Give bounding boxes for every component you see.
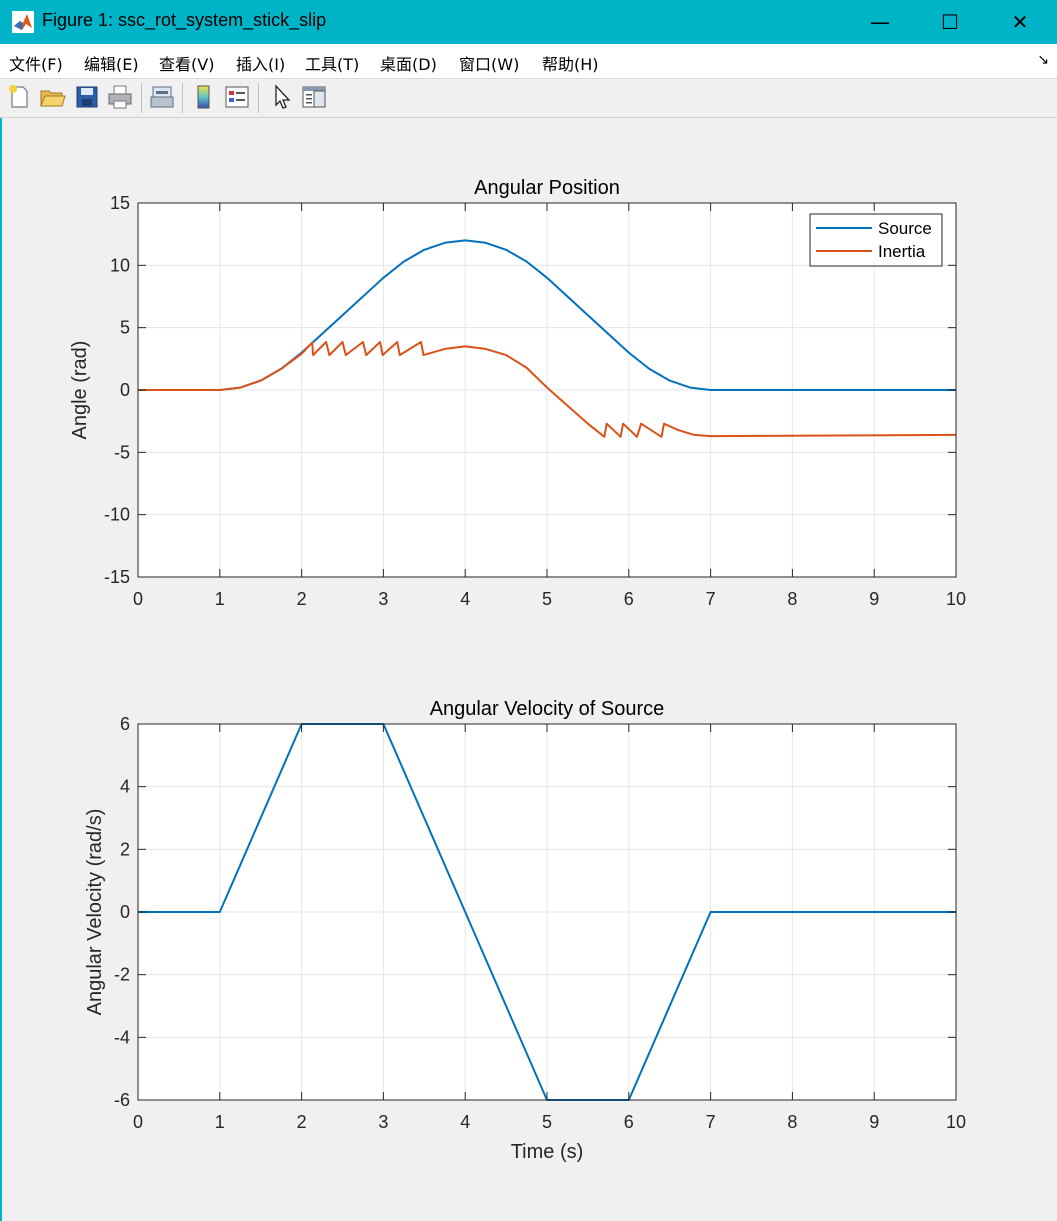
chart2-x-tick-label: 9: [869, 1112, 879, 1132]
chart1-x-tick-label: 10: [946, 589, 966, 609]
chart2-x-tick-label: 10: [946, 1112, 966, 1132]
chart2-x-tick-label: 7: [706, 1112, 716, 1132]
figure-canvas: 0 1 2 3 4 5 6 7 8 9 10 15 10 5 0 -5 -10 -15 Angular Positi…: [2, 118, 1057, 1221]
chart1-x-tick-label: 9: [869, 589, 879, 609]
chart1-x-tick-label: 8: [787, 589, 797, 609]
chart1-y-tick-label: -5: [114, 442, 130, 462]
chart1-x-tick-label: 5: [542, 589, 552, 609]
menu-bar: 文件(F) 编辑(E) 查看(V) 插入(I) 工具(T) 桌面(D) 窗口(W…: [0, 44, 1057, 79]
menu-edit[interactable]: 编辑(E): [84, 51, 139, 75]
matlab-logo-icon: [12, 11, 34, 33]
chart2-x-tick-label: 4: [460, 1112, 470, 1132]
close-button[interactable]: ✕: [985, 0, 1055, 44]
chart1-y-tick-label: -15: [104, 567, 130, 587]
minimize-icon: —: [870, 10, 890, 34]
chart2-x-tick-label: 1: [215, 1112, 225, 1132]
chart1-y-tick-label: -10: [104, 505, 130, 525]
chart2-x-tick-label: 2: [297, 1112, 307, 1132]
toolbar-separator: [258, 83, 259, 113]
chart2-y-tick-label: -6: [114, 1090, 130, 1110]
chart2-y-tick-label: -2: [114, 965, 130, 985]
toolbar-separator: [141, 83, 142, 113]
chart1-x-tick-label: 3: [378, 589, 388, 609]
chart1-x-tick-label: 4: [460, 589, 470, 609]
chart1-y-tick-label: 15: [110, 193, 130, 213]
window-title: Figure 1: ssc_rot_system_stick_slip: [42, 10, 327, 30]
legend-inertia-label: Inertia: [878, 242, 926, 261]
chart2-y-tick-label: 0: [120, 902, 130, 922]
toolbar-separator: [182, 83, 183, 113]
pointer-icon[interactable]: [268, 83, 296, 111]
chart2-y-tick-label: 4: [120, 777, 130, 797]
window-titlebar: Figure 1: ssc_rot_system_stick_slip — ☐ …: [0, 0, 1057, 44]
chart2-x-tick-label: 0: [133, 1112, 143, 1132]
chart2-x-tick-label: 8: [787, 1112, 797, 1132]
close-icon: ✕: [1011, 10, 1029, 34]
chart1-x-tick-label: 1: [215, 589, 225, 609]
save-icon[interactable]: [73, 83, 101, 111]
menu-view[interactable]: 查看(V): [159, 51, 214, 75]
menu-tools[interactable]: 工具(T): [305, 51, 359, 75]
maximize-button[interactable]: ☐: [915, 0, 985, 44]
menu-desktop[interactable]: 桌面(D): [380, 51, 437, 75]
chart2-y-tick-label: -4: [114, 1027, 130, 1047]
menu-window[interactable]: 窗口(W): [459, 51, 519, 75]
chart1-y-axis-label: Angle (rad): [69, 341, 91, 440]
new-figure-icon[interactable]: [5, 83, 33, 111]
menu-file[interactable]: 文件(F): [9, 51, 63, 75]
colorbar-icon[interactable]: [190, 83, 218, 111]
figure-svg: 0 1 2 3 4 5 6 7 8 9 10151050-5-10-15Angular Positi…: [69, 177, 966, 1163]
chart1-x-tick-label: 0: [133, 589, 143, 609]
chart2-x-axis-label: Time (s): [511, 1141, 584, 1163]
chart2-title: Angular Velocity of Source: [430, 698, 665, 720]
chart2-y-tick-label: 6: [120, 714, 130, 734]
link-plot-icon[interactable]: [148, 83, 176, 111]
chart2-x-tick-label: 6: [624, 1112, 634, 1132]
menu-help[interactable]: 帮助(H): [542, 51, 599, 75]
property-inspector-icon[interactable]: [300, 83, 328, 111]
print-icon[interactable]: [106, 83, 134, 111]
chart1-x-tick-label: 2: [297, 589, 307, 609]
chart1-y-tick-label: 0: [120, 380, 130, 400]
figure-toolbar: [0, 79, 1057, 118]
minimize-button[interactable]: —: [845, 0, 915, 44]
dock-figure-icon[interactable]: ↘: [1037, 52, 1049, 68]
chart2-x-tick-label: 3: [378, 1112, 388, 1132]
chart1-y-tick-label: 10: [110, 255, 130, 275]
chart1-x-tick-label: 7: [706, 589, 716, 609]
legend-source-label: Source: [878, 219, 932, 238]
maximize-icon: ☐: [941, 10, 959, 34]
chart2-x-tick-label: 5: [542, 1112, 552, 1132]
chart1-x-tick-label: 6: [624, 589, 634, 609]
legend-icon[interactable]: [223, 83, 251, 111]
chart2-y-tick-label: 2: [120, 839, 130, 859]
chart2-y-axis-label: Angular Velocity (rad/s): [84, 809, 106, 1016]
chart1-title: Angular Position: [474, 177, 620, 199]
menu-insert[interactable]: 插入(I): [236, 51, 285, 75]
open-folder-icon[interactable]: [38, 83, 66, 111]
chart1-y-tick-label: 5: [120, 318, 130, 338]
